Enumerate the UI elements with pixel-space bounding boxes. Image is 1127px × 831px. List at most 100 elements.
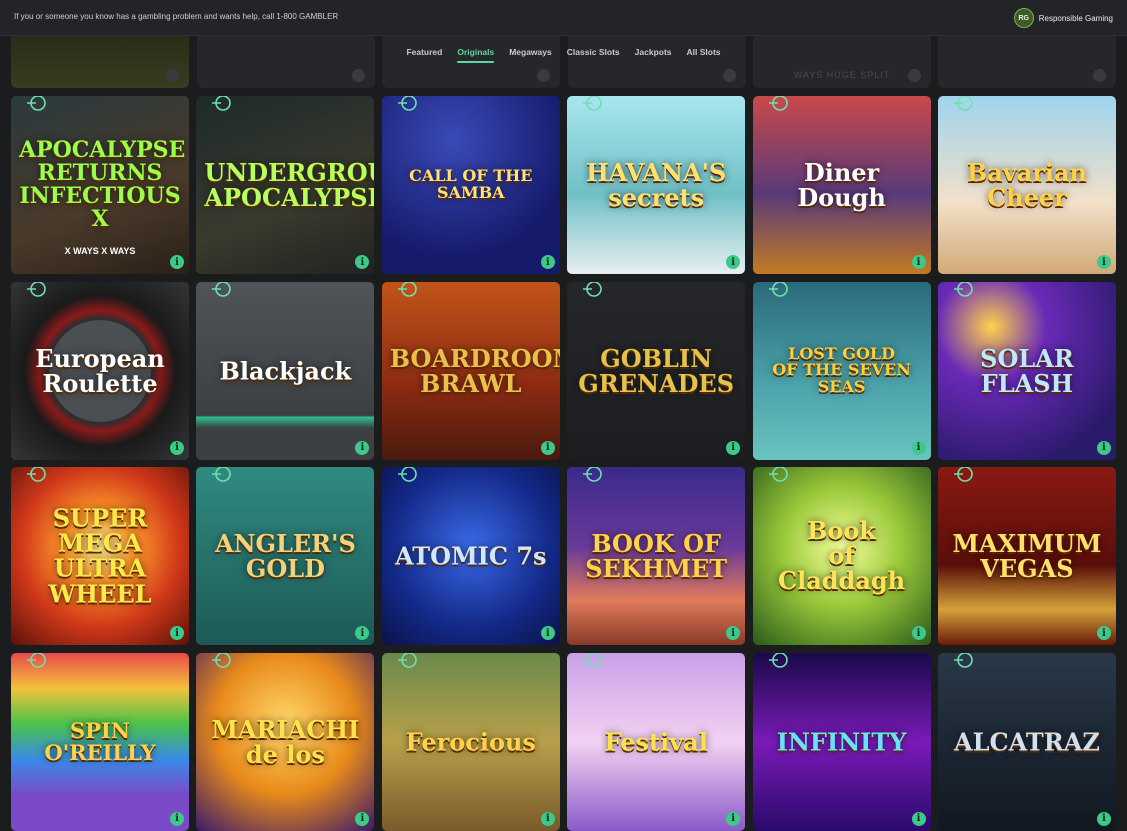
game-tile[interactable]: UNDERGROUNDAPOCALYPSE i: [196, 96, 375, 274]
game-tile[interactable]: LOST GOLD OF THE SEVEN SEAS i: [752, 281, 931, 460]
game-tile[interactable]: SOLAR FLASH i: [937, 281, 1116, 460]
link-icon: [583, 281, 603, 300]
previous-row-tile-text: WAYS HUGE SPLIT: [793, 70, 891, 80]
info-icon[interactable]: i: [911, 440, 926, 455]
link-icon: [768, 467, 789, 485]
info-icon[interactable]: i: [1096, 255, 1111, 269]
game-title-line: GOLD: [245, 554, 325, 583]
game-title-line: SUPER MEGA: [52, 503, 148, 558]
game-tile[interactable]: ANGLER'S GOLD i: [196, 467, 375, 645]
info-icon[interactable]: i: [726, 626, 741, 640]
game-title: Festival: [575, 729, 737, 754]
game-tile[interactable]: Ferocious i: [381, 652, 560, 831]
game-title-line: GRENADES: [578, 368, 735, 398]
game-title-line: SPIN O'REILLY: [44, 717, 156, 765]
game-title: ATOMIC 7s: [390, 543, 552, 568]
game-tile[interactable]: Bavarian Cheer i: [937, 96, 1116, 274]
tab-classic-slots[interactable]: Classic Slots: [567, 47, 620, 63]
game-title-line: INFECTIOUS X: [19, 183, 181, 233]
info-icon[interactable]: i: [355, 440, 370, 455]
link-icon: [397, 281, 418, 300]
game-title-line: FLASH: [980, 368, 1074, 398]
game-title: LOST GOLD OF THE SEVEN SEAS: [761, 345, 923, 395]
tab-jackpots[interactable]: Jackpots: [635, 47, 672, 63]
game-title: SUPER MEGA ULTRA WHEEL: [19, 503, 181, 609]
game-title: GOBLIN GRENADES: [575, 343, 737, 398]
game-title: Blackjack: [204, 358, 366, 383]
game-title-line: Blackjack: [219, 355, 352, 385]
info-icon[interactable]: i: [540, 811, 555, 826]
info-icon[interactable]: i: [540, 626, 555, 640]
game-title-line: Book: [807, 516, 877, 546]
responsible-gaming-badge-icon: RG: [1013, 8, 1034, 28]
game-tile[interactable]: Book of Claddagh i: [752, 467, 931, 645]
info-icon[interactable]: i: [540, 440, 555, 455]
info-icon[interactable]: i: [170, 440, 184, 455]
game-tile[interactable]: SPIN O'REILLY i: [11, 652, 189, 831]
game-tile[interactable]: MAXIMUM VEGAS i: [937, 467, 1116, 645]
info-icon[interactable]: i: [355, 811, 370, 826]
info-icon[interactable]: i: [726, 440, 741, 455]
game-tile[interactable]: Diner Dough i: [752, 96, 931, 274]
game-title-line: HAVANA'S: [586, 157, 727, 187]
game-tile[interactable]: INFINITY i: [752, 652, 931, 831]
tab-all-slots[interactable]: All Slots: [687, 47, 721, 63]
info-icon[interactable]: i: [1096, 811, 1111, 826]
tab-featured[interactable]: Featured: [406, 47, 442, 63]
info-icon[interactable]: i: [355, 255, 370, 269]
game-title: MAXIMUM VEGAS: [946, 528, 1108, 582]
game-title-line: MAXIMUM: [952, 528, 1102, 558]
game-tile[interactable]: Festival i: [567, 652, 746, 831]
game-title: SPIN O'REILLY: [19, 719, 181, 763]
info-icon[interactable]: i: [1096, 626, 1111, 640]
game-tile[interactable]: GOBLIN GRENADES i: [567, 281, 746, 460]
tab-megaways[interactable]: Megaways: [509, 47, 552, 63]
game-title-line: Bavarian: [966, 157, 1087, 187]
game-tile[interactable]: ATOMIC 7s i: [381, 467, 560, 645]
game-tile[interactable]: ALCATRAZ i: [937, 652, 1116, 831]
info-icon[interactable]: i: [726, 811, 741, 826]
game-tile[interactable]: BOOK OF SEKHMET i: [567, 467, 746, 645]
info-icon[interactable]: i: [170, 811, 184, 826]
info-icon[interactable]: i: [1096, 440, 1111, 455]
game-tile[interactable]: Blackjack i: [196, 281, 375, 460]
game-tile[interactable]: European Roulette i: [11, 281, 189, 460]
link-icon: [27, 652, 47, 671]
info-icon[interactable]: i: [170, 626, 184, 640]
link-icon: [953, 652, 974, 671]
game-title-line: ANGLER'S: [214, 528, 356, 558]
link-icon: [953, 281, 974, 300]
info-icon[interactable]: i: [355, 626, 370, 640]
info-icon[interactable]: i: [911, 255, 926, 269]
game-title-line: GOBLIN: [600, 343, 713, 373]
game-subtitle: X WAYS X WAYS: [64, 246, 136, 256]
game-tile[interactable]: SUPER MEGA ULTRA WHEEL i: [11, 467, 189, 645]
game-title-line: ALCATRAZ: [954, 726, 1100, 756]
game-title-line: Claddagh: [778, 566, 906, 596]
responsible-gaming-label: Responsible Gaming: [1038, 13, 1113, 23]
info-icon[interactable]: i: [911, 811, 926, 826]
game-tile[interactable]: CALL OF THE SAMBA i: [381, 96, 560, 274]
game-tile[interactable]: APOCALYPSE RETURNS INFECTIOUS X X WAYS X WA…: [11, 96, 189, 274]
info-icon[interactable]: i: [726, 255, 741, 269]
game-title-line: de los: [245, 739, 325, 769]
info-icon[interactable]: i: [911, 626, 926, 640]
gambling-help-banner: If you or someone you know has a gamblin…: [0, 0, 1127, 36]
game-title-line: MARIACHI: [211, 714, 360, 744]
category-tabs: Featured Originals Megaways Classic Slots Ja…: [0, 47, 1127, 63]
game-title-line: Ferocious: [405, 726, 536, 756]
info-icon[interactable]: i: [170, 255, 184, 269]
info-icon[interactable]: i: [540, 255, 555, 269]
responsible-gaming-link[interactable]: RG Responsible Gaming: [1013, 8, 1113, 28]
game-tile[interactable]: BOARDROOMBRAWL i: [381, 281, 560, 460]
tab-originals[interactable]: Originals: [457, 47, 494, 63]
game-tile[interactable]: HAVANA'S secrets i: [567, 96, 746, 274]
game-title-line: Diner: [803, 157, 880, 187]
game-title-line: ULTRA WHEEL: [48, 554, 152, 609]
link-icon: [583, 467, 603, 485]
game-title-line: Cheer: [987, 183, 1067, 212]
game-title-line: RETURNS: [37, 159, 163, 186]
game-tile[interactable]: MARIACHI de los i: [196, 652, 375, 831]
link-icon: [212, 652, 232, 671]
link-icon: [768, 281, 789, 300]
